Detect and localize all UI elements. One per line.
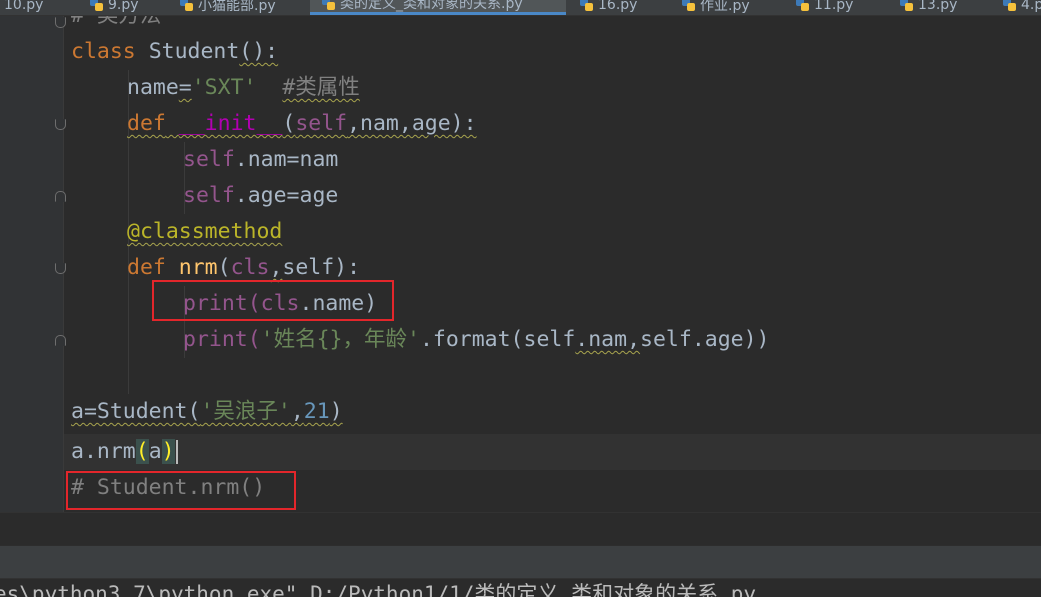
python-file-icon <box>90 0 103 11</box>
tab-kitten-py[interactable]: 小猫能部.py <box>180 0 276 15</box>
python-file-icon <box>1003 0 1016 11</box>
builtin-print: print( <box>183 327 261 352</box>
tab-homework-py[interactable]: 作业.py <box>682 0 750 15</box>
code-text: a=Student( <box>71 399 201 424</box>
code-text: ( <box>282 111 296 136</box>
comment: # 类方法 <box>71 16 161 28</box>
editor-tab-bar: 10.py 9.py 小猫能部.py 类的定义_类和对象的关系.py 16.py… <box>0 0 1041 16</box>
text-caret <box>175 440 178 464</box>
tab-11-py[interactable]: 11.py <box>796 0 853 15</box>
keyword: class <box>71 39 136 64</box>
console-command-line: es\python3.7\python.exe" D:/Python1/1/类的… <box>0 582 757 597</box>
annotation-box-commented-call <box>66 471 296 510</box>
line-gutter <box>0 16 66 512</box>
code-text: ): <box>334 255 361 280</box>
fold-marker-icon[interactable] <box>55 119 66 130</box>
code-text: a.nrm <box>71 439 136 464</box>
run-console[interactable]: es\python3.7\python.exe" D:/Python1/1/类的… <box>0 578 1041 597</box>
editor-bottom-area <box>0 512 1041 546</box>
keyword: def <box>127 255 166 280</box>
number-literal: 21 <box>303 399 330 424</box>
code-text: .nam, <box>575 327 641 352</box>
tab-class-definition-py[interactable]: 类的定义_类和对象的关系.py <box>310 0 566 15</box>
fold-end-icon[interactable] <box>55 191 66 202</box>
tab-label: 作业.py <box>700 0 750 14</box>
code-editor[interactable]: # 类方法 class Student(): name='SXT' #类属性 d… <box>64 16 1041 512</box>
code-line: name='SXT' #类属性 <box>127 70 360 106</box>
string-literal: '姓名{}，年龄' <box>260 327 420 352</box>
tab-10-py[interactable]: 10.py <box>4 0 43 15</box>
tab-16-py[interactable]: 16.py <box>580 0 637 15</box>
code-text: , <box>290 399 304 424</box>
current-line-highlight <box>64 434 1041 470</box>
python-file-icon <box>580 0 593 11</box>
tab-4-py[interactable]: 4.py <box>1003 0 1041 15</box>
tab-label: 11.py <box>814 0 854 13</box>
code-line: def __init__(self,nam,age): <box>127 106 477 142</box>
fold-marker-icon[interactable] <box>55 263 66 274</box>
code-text: , <box>269 255 283 280</box>
code-line: self.age=age <box>183 178 338 214</box>
code-text: self <box>640 327 692 352</box>
tab-label: 4.py <box>1021 0 1041 13</box>
tab-13-py[interactable]: 13.py <box>900 0 957 15</box>
function-name: nrm <box>178 255 218 280</box>
fold-marker-icon[interactable] <box>55 17 66 28</box>
python-file-icon <box>900 0 913 11</box>
cls-param: cls <box>230 255 270 280</box>
operator: = <box>178 75 192 100</box>
code-line: @classmethod <box>127 214 282 250</box>
python-file-icon <box>180 0 193 11</box>
tab-label: 13.py <box>918 0 958 13</box>
tab-label: 16.py <box>598 0 638 13</box>
matched-paren: ) <box>161 439 175 464</box>
tab-9-py[interactable]: 9.py <box>90 0 139 15</box>
tab-label: 类的定义_类和对象的关系.py <box>340 0 523 12</box>
python-file-icon <box>796 0 809 11</box>
self-param: self <box>295 111 348 136</box>
code-text: ) <box>329 399 343 424</box>
self-ref: self <box>183 147 235 172</box>
keyword: def <box>127 111 166 136</box>
comment: #类属性 <box>282 75 360 100</box>
self-ref: self <box>183 183 235 208</box>
code-text: ,nam,age): <box>347 111 477 136</box>
code-line: a.nrm(a) <box>71 434 178 470</box>
decorator: @classmethod <box>127 219 283 244</box>
python-file-icon <box>322 0 335 10</box>
code-text: self <box>282 255 335 280</box>
code-text: .age)) <box>691 327 770 352</box>
string-literal: '吴浪子' <box>200 399 291 424</box>
code-text: .format( <box>419 327 524 352</box>
panel-divider[interactable] <box>0 545 1041 579</box>
code-text: a <box>148 439 162 464</box>
magic-method-name: __init__ <box>178 111 283 136</box>
attribute-name: name <box>127 75 179 100</box>
code-line: self.nam=nam <box>183 142 338 178</box>
code-line: # 类方法 <box>71 16 161 34</box>
fold-end-icon[interactable] <box>55 335 66 346</box>
class-name: Student <box>148 39 240 64</box>
annotation-box-print-cls-name <box>152 280 394 321</box>
python-file-icon <box>682 0 695 11</box>
code-line: class Student(): <box>71 34 278 70</box>
tab-label: 10.py <box>4 0 44 13</box>
string-literal: 'SXT' <box>191 75 257 100</box>
code-text: (): <box>239 39 279 64</box>
tab-label: 小猫能部.py <box>198 0 276 14</box>
code-text: .age=age <box>234 183 339 208</box>
code-line: print('姓名{}，年龄'.format(self.nam,self.age… <box>183 322 769 358</box>
code-text: .nam=nam <box>234 147 339 172</box>
matched-paren: ( <box>135 439 149 464</box>
code-text: ( <box>217 255 231 280</box>
tab-label: 9.py <box>108 0 139 13</box>
code-line: a=Student('吴浪子',21) <box>71 394 343 430</box>
code-text: self <box>523 327 576 352</box>
